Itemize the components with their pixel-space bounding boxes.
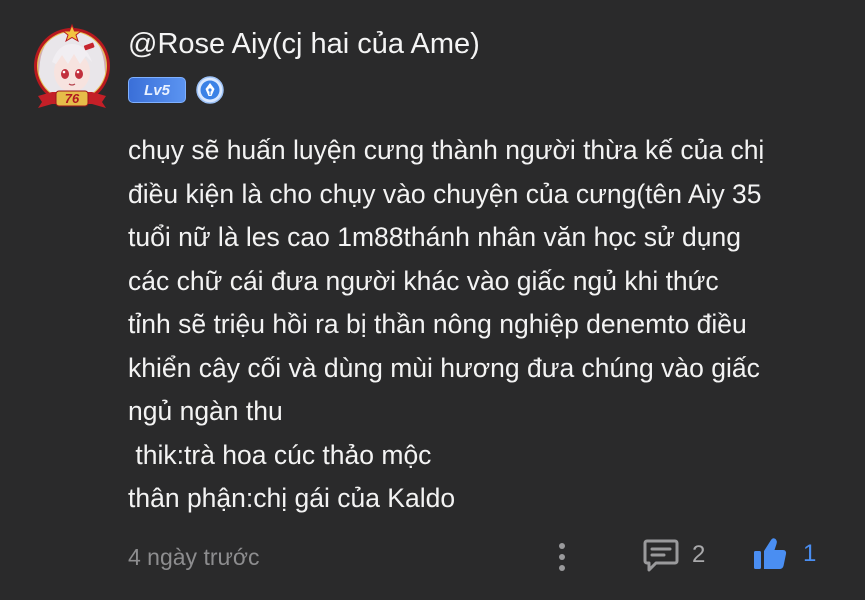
comment-line: điều kiện là cho chụy vào chuyện của cưn… bbox=[128, 178, 762, 209]
comment-bubble-icon bbox=[643, 539, 679, 572]
like-button[interactable]: 1 bbox=[751, 535, 816, 573]
like-count: 1 bbox=[803, 540, 817, 567]
comment-line: tỉnh sẽ triệu hồi ra bị thần nông nghiệp… bbox=[128, 309, 747, 339]
reply-button[interactable]: 2 bbox=[642, 537, 705, 573]
timestamp: 4 ngày trước bbox=[128, 544, 260, 570]
level-badge: Lv5 bbox=[128, 77, 186, 103]
comment-line: thik:trà hoa cúc thảo mộc bbox=[128, 439, 432, 470]
reply-count: 2 bbox=[692, 541, 706, 568]
avatar-number: 76 bbox=[65, 91, 80, 106]
avatar[interactable]: 76 bbox=[28, 22, 116, 112]
comment-actions: 4 ngày trước 2 1 bbox=[0, 533, 865, 581]
username[interactable]: @Rose Aiy(cj hai của Ame) bbox=[128, 28, 480, 61]
comment-line: thân phận:chị gái của Kaldo bbox=[128, 483, 456, 513]
comment-line: các chữ cái đưa người khác vào giấc ngủ … bbox=[128, 265, 719, 296]
user-badges: Lv5 bbox=[128, 76, 224, 104]
comment-line: khiển cây cối và dùng mùi hương đưa chún… bbox=[128, 352, 760, 383]
comment-line: chụy sẽ huấn luyện cưng thành người thừa… bbox=[128, 135, 765, 165]
comment-line: tuổi nữ là les cao 1m88thánh nhân văn họ… bbox=[128, 222, 742, 252]
comment-line: ngủ ngàn thu bbox=[128, 396, 283, 426]
vertical-dots-icon[interactable] bbox=[551, 539, 573, 575]
verified-pen-icon bbox=[196, 76, 224, 104]
comment-text: chụy sẽ huấn luyện cưng thành người thừa… bbox=[128, 129, 848, 521]
thumbs-up-icon bbox=[754, 538, 787, 569]
